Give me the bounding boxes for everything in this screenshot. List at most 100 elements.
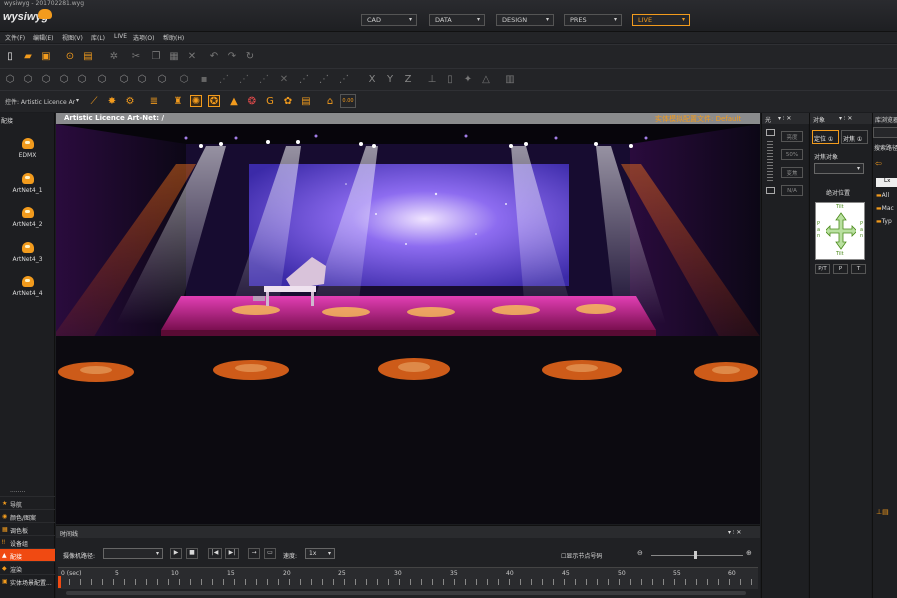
- tree-item-mac[interactable]: ▬Mac: [876, 205, 894, 212]
- open-folder-icon[interactable]: ▰: [22, 50, 34, 62]
- camera-path-select[interactable]: ▾: [103, 548, 163, 559]
- library-toolbar-icon[interactable]: ⊥▤: [876, 508, 889, 516]
- library-item[interactable]: ArtNet4_4: [0, 276, 55, 297]
- library-search-field[interactable]: [873, 127, 897, 138]
- projector-icon[interactable]: ⌂: [324, 95, 336, 107]
- tree-item-typ[interactable]: ▬Typ: [876, 218, 892, 225]
- mode-data[interactable]: DATA ▾: [429, 14, 485, 26]
- nav-render[interactable]: ◆ 渲染: [0, 561, 55, 574]
- mouse-icon[interactable]: ▯: [444, 73, 456, 85]
- prism-icon[interactable]: ✿: [282, 95, 294, 107]
- print-icon[interactable]: ▤: [82, 50, 94, 62]
- playhead[interactable]: [58, 576, 61, 588]
- copy-icon[interactable]: ❐: [150, 50, 162, 62]
- mode-cad[interactable]: CAD ▾: [361, 14, 417, 26]
- settings-icon[interactable]: ✲: [108, 50, 120, 62]
- tool-1-icon[interactable]: ⊥: [426, 73, 438, 85]
- library-item[interactable]: ArtNet4_2: [0, 207, 55, 228]
- view-cube-7-icon[interactable]: ⬡: [118, 73, 130, 85]
- mode-design[interactable]: DESIGN ▾: [496, 14, 554, 26]
- p-button[interactable]: P: [833, 264, 848, 274]
- gobo-g-icon[interactable]: G: [264, 95, 276, 107]
- snap-8-icon[interactable]: ⋰: [338, 73, 350, 85]
- nav-color-pattern[interactable]: ◉ 颜色/图案: [0, 509, 55, 522]
- tree-root[interactable]: Lx: [876, 178, 897, 187]
- menu-help[interactable]: 帮助(H): [163, 33, 184, 42]
- print-preview-icon[interactable]: ⊙: [64, 50, 76, 62]
- menu-library[interactable]: 库(L): [91, 33, 105, 42]
- level-meter[interactable]: [767, 141, 773, 181]
- level-box-top[interactable]: [766, 129, 775, 136]
- view-cube-6-icon[interactable]: ⬡: [96, 73, 108, 85]
- level-box-bottom[interactable]: [766, 187, 775, 194]
- delete-icon[interactable]: ✕: [186, 50, 198, 62]
- monitor-button[interactable]: ▭: [264, 548, 276, 559]
- tool-wand-icon[interactable]: ⟋: [88, 95, 100, 107]
- menu-file[interactable]: 文件(F): [5, 33, 25, 42]
- axis-y-icon[interactable]: Y: [384, 73, 396, 85]
- tab-position[interactable]: 定位 ①: [812, 130, 839, 144]
- tab-focus[interactable]: 对焦 ①: [841, 130, 868, 144]
- undo-icon[interactable]: ↶: [208, 50, 220, 62]
- goto-button[interactable]: →: [248, 548, 260, 559]
- library-item[interactable]: ArtNet4_1: [0, 173, 55, 194]
- snap-5-icon[interactable]: ✕: [278, 73, 290, 85]
- tool-2-icon[interactable]: ✦: [462, 73, 474, 85]
- lamp-icon[interactable]: ✺: [190, 95, 202, 107]
- color-icon[interactable]: ❂: [246, 95, 258, 107]
- tool-fire-icon[interactable]: ✸: [106, 95, 118, 107]
- refresh-icon[interactable]: ↻: [244, 50, 256, 62]
- tree-item-all[interactable]: ▬All: [876, 192, 889, 199]
- tool-stack-icon[interactable]: ≣: [148, 95, 160, 107]
- panel-controls[interactable]: ▾ ⫶ ✕: [778, 115, 791, 123]
- beam-icon[interactable]: ▲: [228, 95, 240, 107]
- nav-scene-config[interactable]: ▣ 实体场景配置...: [0, 574, 55, 587]
- zoom-slider[interactable]: [651, 555, 743, 556]
- tool-3-icon[interactable]: △: [480, 73, 492, 85]
- gear-icon[interactable]: ⚙: [124, 95, 136, 107]
- pan-tilt-pad[interactable]: Tilt Tilt Pan Pan: [815, 202, 865, 260]
- t-button[interactable]: T: [851, 264, 866, 274]
- panel-controls[interactable]: ▾ ⫶ ✕: [839, 115, 852, 123]
- menu-live[interactable]: LIVE: [114, 33, 127, 40]
- stage-viewport[interactable]: [56, 124, 760, 524]
- menu-view[interactable]: 视图(V): [62, 33, 83, 42]
- menu-options[interactable]: 选项(O): [133, 33, 154, 42]
- brightness-button[interactable]: 亮度: [781, 131, 803, 142]
- grid-icon[interactable]: ▥: [504, 73, 516, 85]
- pt-button[interactable]: P/T: [815, 264, 830, 274]
- back-arrow-icon[interactable]: ⇦: [875, 159, 882, 168]
- paste-icon[interactable]: ▦: [168, 50, 180, 62]
- snap-1-icon[interactable]: ▪: [198, 73, 210, 85]
- cut-icon[interactable]: ✂: [130, 50, 142, 62]
- next-key-button[interactable]: ▶|: [225, 548, 239, 559]
- view-cube-2-icon[interactable]: ⬡: [22, 73, 34, 85]
- snap-3-icon[interactable]: ⋰: [238, 73, 250, 85]
- snap-7-icon[interactable]: ⋰: [318, 73, 330, 85]
- axis-z-icon[interactable]: Z: [402, 73, 414, 85]
- save-icon[interactable]: ▣: [40, 50, 52, 62]
- nav-palette[interactable]: ▦ 调色板: [0, 522, 55, 535]
- view-cube-8-icon[interactable]: ⬡: [136, 73, 148, 85]
- prev-key-button[interactable]: |◀: [208, 548, 222, 559]
- film-icon[interactable]: ▤: [300, 95, 312, 107]
- snap-4-icon[interactable]: ⋰: [258, 73, 270, 85]
- view-cube-4-icon[interactable]: ⬡: [58, 73, 70, 85]
- percent-button[interactable]: 50%: [781, 149, 803, 160]
- view-cube-3-icon[interactable]: ⬡: [40, 73, 52, 85]
- fixture-icon[interactable]: ♜: [172, 95, 184, 107]
- view-cube-9-icon[interactable]: ⬡: [156, 73, 168, 85]
- timeline-scrollbar[interactable]: [66, 591, 746, 595]
- panel-controls[interactable]: ▾ ⫶ ✕: [728, 529, 741, 537]
- gobo-icon[interactable]: ✪: [208, 95, 220, 107]
- axis-x-icon[interactable]: X: [366, 73, 378, 85]
- counter-display[interactable]: 0.00: [340, 94, 356, 108]
- play-button[interactable]: ▶: [170, 548, 182, 559]
- nav-patch[interactable]: ▲ 配接: [0, 548, 55, 561]
- zoom-in-icon[interactable]: ⊕: [746, 549, 752, 557]
- zoom-button[interactable]: 变焦: [781, 167, 803, 178]
- zoom-slider-handle[interactable]: [694, 551, 697, 559]
- snap-6-icon[interactable]: ⋰: [298, 73, 310, 85]
- mode-pres[interactable]: PRES ▾: [564, 14, 622, 26]
- view-cube-10-icon[interactable]: ⬡: [178, 73, 190, 85]
